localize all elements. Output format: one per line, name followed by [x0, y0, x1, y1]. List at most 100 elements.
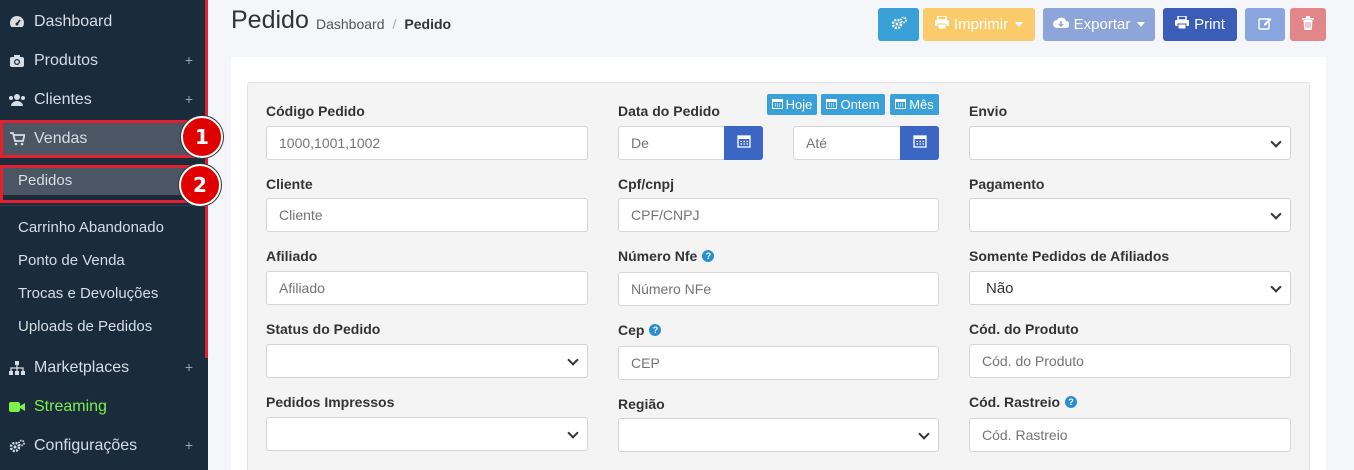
sidebar: Dashboard Produtos + Clientes + Vendas P… — [0, 0, 223, 470]
afiliado-label: Afiliado — [266, 248, 318, 264]
expand-icon[interactable]: + — [185, 52, 193, 68]
expand-icon[interactable]: + — [185, 359, 193, 375]
chevron-down-icon — [567, 354, 579, 366]
chevron-down-icon — [918, 428, 930, 440]
chevron-down-icon — [1270, 208, 1282, 220]
date-to-input[interactable] — [793, 126, 902, 160]
date-to-calendar-button[interactable] — [900, 126, 939, 160]
cart-icon — [8, 131, 26, 147]
codigo-pedido-label: Código Pedido — [266, 103, 365, 119]
breadcrumb: Dashboard / Pedido — [316, 16, 451, 32]
sidebar-item-streaming[interactable]: Streaming — [0, 388, 205, 426]
status-pedido-select[interactable] — [266, 344, 588, 378]
status-pedido-label: Status do Pedido — [266, 321, 381, 337]
cod-rastreio-input[interactable] — [969, 418, 1291, 452]
cep-label: Cep ? — [618, 322, 662, 338]
caret-down-icon — [1137, 22, 1146, 27]
sidebar-subitem-pedidos[interactable]: Pedidos — [0, 165, 205, 195]
cod-produto-input[interactable] — [969, 344, 1291, 378]
sitemap-icon — [8, 360, 26, 376]
codigo-pedido-input[interactable] — [266, 126, 588, 160]
cpf-cnpj-label: Cpf/cnpj — [618, 176, 674, 192]
cod-produto-label: Cód. do Produto — [969, 321, 1079, 337]
pedidos-impressos-select[interactable] — [266, 417, 588, 451]
breadcrumb-current: Pedido — [404, 16, 452, 32]
sidebar-subitem-trocas-devolucoes[interactable]: Trocas e Devoluções — [0, 278, 205, 308]
date-from-input[interactable] — [618, 126, 726, 160]
cpf-cnpj-input[interactable] — [618, 198, 939, 232]
dashboard-icon — [8, 14, 26, 30]
somente-afiliados-select[interactable]: Não — [969, 271, 1291, 305]
sidebar-item-marketplaces[interactable]: Marketplaces + — [0, 349, 205, 387]
caret-down-icon — [1015, 22, 1024, 27]
breadcrumb-dashboard[interactable]: Dashboard — [316, 16, 385, 32]
chevron-down-icon — [567, 427, 579, 439]
pagamento-label: Pagamento — [969, 176, 1045, 192]
expand-icon[interactable]: + — [185, 437, 193, 453]
chevron-down-icon — [1270, 136, 1282, 148]
numero-nfe-input[interactable] — [618, 272, 939, 306]
sidebar-item-label: Clientes — [34, 91, 92, 108]
settings-button[interactable] — [878, 8, 919, 41]
cliente-input[interactable] — [266, 198, 588, 232]
trash-icon — [1302, 15, 1314, 34]
pedidos-impressos-label: Pedidos Impressos — [266, 394, 395, 410]
step-marker-2: 2 — [179, 164, 221, 206]
sidebar-item-label: Marketplaces — [34, 359, 130, 376]
data-pedido-label: Data do Pedido — [618, 103, 720, 119]
sidebar-item-label: Dashboard — [34, 13, 113, 30]
help-icon[interactable]: ? — [1065, 396, 1078, 408]
cliente-label: Cliente — [266, 176, 313, 192]
delete-button[interactable] — [1290, 8, 1326, 41]
divider — [0, 205, 205, 206]
quick-date-mes[interactable]: Mês — [890, 94, 939, 115]
sidebar-subitem-uploads-pedidos[interactable]: Uploads de Pedidos — [0, 311, 205, 341]
sidebar-item-produtos[interactable]: Produtos + — [0, 42, 205, 80]
afiliado-input[interactable] — [266, 271, 588, 305]
sidebar-item-vendas[interactable]: Vendas — [0, 120, 205, 158]
sidebar-item-configuracoes[interactable]: Configurações + — [0, 427, 205, 465]
quick-date-ontem[interactable]: Ontem — [821, 94, 885, 115]
quick-date-hoje[interactable]: Hoje — [767, 94, 817, 115]
sidebar-item-dashboard[interactable]: Dashboard — [0, 3, 205, 41]
imprimir-button[interactable]: Imprimir — [923, 8, 1035, 41]
page-title: Pedido — [231, 6, 309, 34]
cod-rastreio-label: Cód. Rastreio ? — [969, 394, 1078, 410]
calendar-icon — [826, 97, 838, 112]
calendar-icon — [895, 97, 907, 112]
gears-icon — [8, 438, 26, 454]
breadcrumb-separator: / — [392, 16, 397, 32]
edit-icon — [1258, 16, 1272, 34]
calendar-icon — [912, 134, 927, 153]
gears-icon — [891, 16, 907, 34]
step-marker-1: 1 — [181, 116, 223, 158]
sidebar-item-label: Streaming — [34, 398, 107, 415]
pagamento-select[interactable] — [969, 198, 1291, 232]
regiao-select[interactable] — [618, 418, 939, 452]
envio-select[interactable] — [969, 126, 1291, 160]
cep-input[interactable] — [618, 346, 939, 380]
calendar-icon — [736, 134, 751, 153]
video-icon — [8, 399, 26, 415]
cloud-download-icon — [1052, 16, 1070, 33]
chevron-down-icon — [1270, 281, 1282, 293]
sidebar-subitem-carrinho-abandonado[interactable]: Carrinho Abandonado — [0, 212, 205, 242]
print-icon — [934, 15, 949, 33]
users-icon — [8, 92, 26, 108]
edit-button[interactable] — [1245, 8, 1285, 41]
print-button[interactable]: Print — [1163, 8, 1237, 41]
help-icon[interactable]: ? — [649, 324, 662, 336]
date-from-calendar-button[interactable] — [724, 126, 763, 160]
exportar-button[interactable]: Exportar — [1043, 8, 1155, 41]
sidebar-item-label: Produtos — [34, 52, 99, 69]
sidebar-item-clientes[interactable]: Clientes + — [0, 81, 205, 119]
somente-afiliados-label: Somente Pedidos de Afiliados — [969, 248, 1170, 264]
regiao-label: Região — [618, 396, 665, 412]
sidebar-item-label: Vendas — [34, 130, 88, 147]
print-icon — [1175, 15, 1190, 33]
expand-icon[interactable]: + — [185, 91, 193, 107]
help-icon[interactable]: ? — [702, 250, 715, 262]
calendar-icon — [771, 97, 783, 112]
sidebar-subitem-ponto-de-venda[interactable]: Ponto de Venda — [0, 245, 205, 275]
numero-nfe-label: Número Nfe ? — [618, 248, 715, 264]
